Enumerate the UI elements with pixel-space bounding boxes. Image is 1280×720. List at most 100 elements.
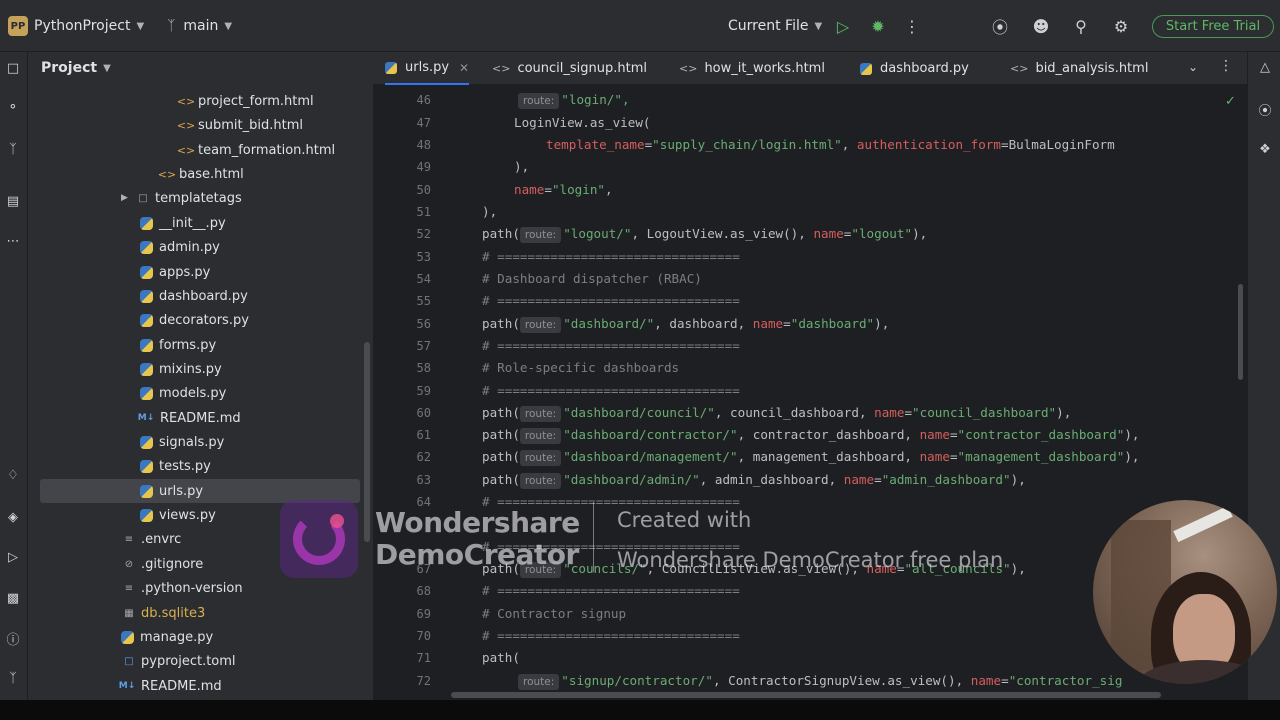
chevron-down-icon[interactable]: ⌄ <box>1188 60 1198 74</box>
structure-icon[interactable]: ▤ <box>2 190 24 212</box>
ai-assistant-icon[interactable]: ⦿ <box>988 14 1012 38</box>
more-tools-icon[interactable]: ⋯ <box>2 230 24 252</box>
code-line: ), <box>482 204 498 219</box>
folder-label: templatetags <box>155 190 242 206</box>
problems-icon[interactable]: ⓘ <box>2 627 24 649</box>
close-icon[interactable]: ✕ <box>459 61 469 75</box>
code-token: template_name <box>546 137 645 152</box>
debug-icon[interactable]: ✹ <box>866 14 890 38</box>
left-tool-strip: □ ⚬ ᛉ ▤ ⋯ ♢ ◈ ▷ ▩ ⓘ ᛉ <box>0 52 28 700</box>
code-token: "dashboard/contractor/" <box>563 427 738 442</box>
code-token: council_dashboard <box>730 405 859 420</box>
code-line: # Contractor signup <box>482 606 627 621</box>
services-icon[interactable]: ▷ <box>2 546 24 568</box>
code-token: "supply_chain/login.html" <box>652 137 842 152</box>
code-token: name <box>843 472 875 487</box>
python-file-icon <box>140 338 153 352</box>
code-token: "dashboard/management/" <box>563 449 738 464</box>
html-file-icon: <> <box>157 167 177 181</box>
code-line: # ================================ <box>482 293 740 308</box>
tab-how-it-works-html[interactable]: <> how_it_works.html <box>679 52 825 85</box>
settings-gear-icon[interactable]: ⚙ <box>1109 14 1133 38</box>
html-file-icon: <> <box>1010 62 1029 75</box>
line-number: 53 <box>416 250 431 264</box>
project-panel-header[interactable]: Project ▼ <box>41 60 111 76</box>
toml-file-icon: □ <box>124 655 134 667</box>
run-config-selector[interactable]: Current File ▼ <box>728 14 822 38</box>
python-file-icon <box>140 240 153 254</box>
project-switcher[interactable]: PP PythonProject ▼ <box>8 14 144 38</box>
ai-chat-icon[interactable]: ⦿ <box>1254 98 1276 120</box>
python-file-icon <box>140 386 153 400</box>
file-label: admin.py <box>159 239 220 255</box>
code-token: ContractorSignupView.as_view() <box>728 673 956 688</box>
python-packages-icon[interactable]: ♢ <box>2 464 24 486</box>
file-label: models.py <box>159 385 227 401</box>
python-file-icon <box>140 459 153 473</box>
code-line: path(route: "dashboard/council/", council… <box>482 405 1072 422</box>
python-file-icon <box>140 508 153 522</box>
code-line: LoginView.as_view( <box>514 115 651 130</box>
file-label: tests.py <box>159 458 211 474</box>
file-label: decorators.py <box>159 312 249 328</box>
code-token: path( <box>482 226 520 241</box>
file-label: mixins.py <box>159 361 222 377</box>
version-control-icon[interactable]: ᛉ <box>2 667 24 689</box>
terminal-icon[interactable]: ▩ <box>2 587 24 609</box>
parameter-hint: route: <box>518 93 560 109</box>
code-line: # ================================ <box>482 383 740 398</box>
code-line: # ================================ <box>482 338 740 353</box>
plugins-icon[interactable]: ❖ <box>1254 138 1276 160</box>
branch-name: main <box>183 18 219 34</box>
line-number: 62 <box>416 450 431 464</box>
editor-vertical-scrollbar[interactable] <box>1238 284 1243 380</box>
search-icon[interactable]: ⚲ <box>1069 14 1093 38</box>
code-line: path(route: "dashboard/admin/", admin_das… <box>482 472 1026 489</box>
code-line: route: "login/", <box>518 89 630 111</box>
code-token: name <box>970 673 1002 688</box>
python-file-icon <box>385 61 397 74</box>
pull-requests-icon[interactable]: ᛉ <box>2 138 24 160</box>
code-line: template_name="supply_chain/login.html",… <box>546 137 1115 152</box>
line-number: 56 <box>416 317 431 331</box>
line-number: 46 <box>416 93 431 107</box>
chevron-right-icon[interactable]: ▶ <box>121 193 135 203</box>
notifications-bell-icon[interactable]: △ <box>1254 56 1276 78</box>
branch-switcher[interactable]: ᛉ main ▼ <box>167 14 232 38</box>
folder-icon: □ <box>138 192 148 204</box>
code-token: "contractor_sig <box>1008 673 1123 688</box>
add-user-icon[interactable]: ☻ <box>1029 14 1053 38</box>
tab-dashboard-py[interactable]: dashboard.py <box>860 52 969 85</box>
html-file-icon: <> <box>176 118 196 132</box>
chevron-down-icon: ▼ <box>103 62 111 74</box>
layers-icon[interactable]: ◈ <box>2 506 24 528</box>
tab-bid-analysis-html[interactable]: <> bid_analysis.html <box>1010 52 1148 85</box>
more-actions-icon[interactable]: ⋮ <box>1219 58 1233 74</box>
code-token: path( <box>482 449 520 464</box>
line-number: 70 <box>416 629 431 643</box>
code-token: "dashboard" <box>790 316 875 331</box>
run-icon[interactable]: ▷ <box>831 14 855 38</box>
tab-council-signup-html[interactable]: <> council_signup.html <box>492 52 647 85</box>
project-folder-icon[interactable]: □ <box>2 57 24 79</box>
code-line: route: "signup/contractor/", ContractorSi… <box>518 670 1122 692</box>
code-line: path( <box>482 650 520 665</box>
no-problems-check-icon[interactable]: ✓ <box>1225 94 1236 109</box>
more-actions-icon[interactable]: ⋮ <box>900 14 924 38</box>
commit-icon[interactable]: ⚬ <box>2 96 24 118</box>
code-token: "contractor_dashboard" <box>957 427 1125 442</box>
file-label: manage.py <box>140 629 214 645</box>
editor-horizontal-scrollbar[interactable] <box>451 692 1161 698</box>
html-file-icon: <> <box>176 94 196 108</box>
code-token: LogoutView.as_view() <box>646 226 799 241</box>
code-token: path( <box>482 472 520 487</box>
line-number: 54 <box>416 272 431 286</box>
tab-label: urls.py <box>405 60 450 75</box>
start-free-trial-button[interactable]: Start Free Trial <box>1152 15 1274 38</box>
webcam-light <box>1173 505 1233 543</box>
tab-urls-py[interactable]: urls.py ✕ <box>385 52 470 85</box>
markdown-file-icon: M↓ <box>137 413 155 423</box>
parameter-hint: route: <box>519 450 562 466</box>
line-number: 61 <box>416 428 431 442</box>
python-file-icon <box>140 484 153 498</box>
